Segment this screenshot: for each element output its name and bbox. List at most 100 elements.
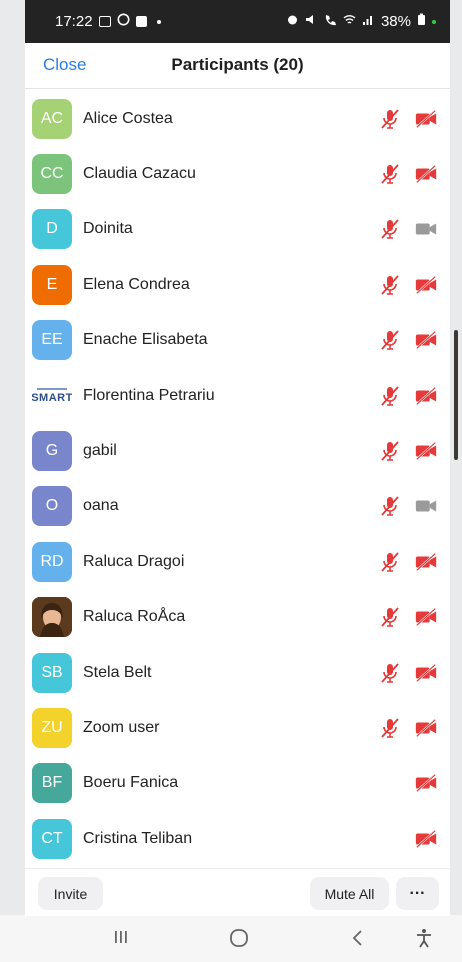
- video-on-icon: [414, 217, 438, 241]
- avatar-initials: G: [45, 442, 59, 460]
- video-off-icon: [414, 550, 438, 574]
- background-right: [450, 0, 462, 962]
- privacy-indicator-icon: [432, 19, 436, 24]
- participant-name: Stela Belt: [83, 663, 152, 681]
- mute-all-button[interactable]: Mute All: [310, 877, 389, 910]
- participant-status-icons: [378, 384, 438, 408]
- participant-status-icons: [378, 605, 438, 629]
- avatar-logo-text: SMART: [32, 391, 72, 404]
- mic-muted-icon: [378, 107, 402, 131]
- page-title: Participants (20): [171, 55, 304, 74]
- logo-bar: [37, 387, 67, 390]
- participant-status-icons: [414, 771, 438, 795]
- participant-name: Doinita: [83, 220, 133, 238]
- participant-status-icons: [378, 273, 438, 297]
- shopping-bag-icon: [135, 16, 147, 27]
- participant-list[interactable]: AC Alice Costea CC Claudia Cazacu D Doinita E E…: [25, 91, 450, 866]
- participant-row[interactable]: CC Claudia Cazacu: [25, 146, 450, 201]
- participant-row[interactable]: D Doinita: [25, 202, 450, 257]
- participant-status-icons: [378, 716, 438, 740]
- avatar-initials: SB: [41, 663, 63, 681]
- participant-row[interactable]: Raluca RoÅca: [25, 590, 450, 645]
- status-time: 17:22: [55, 13, 93, 30]
- participant-status-icons: [378, 162, 438, 186]
- avatar-initials: CT: [41, 829, 63, 847]
- participant-row[interactable]: Ggabil: [25, 423, 450, 478]
- mic-muted-icon: [378, 217, 402, 241]
- avatar: G: [32, 431, 72, 472]
- gallery-icon: [98, 16, 111, 27]
- mic-muted-icon: [378, 661, 402, 685]
- video-off-icon: [414, 771, 438, 795]
- avatar: ZU: [32, 707, 72, 748]
- avatar-initials: AC: [40, 109, 64, 127]
- more-options-button[interactable]: ···: [396, 877, 439, 910]
- avatar: RD: [32, 541, 72, 582]
- video-off-icon: [414, 328, 438, 352]
- mic-muted-icon: [378, 716, 402, 740]
- video-off-icon: [414, 273, 438, 297]
- participant-row[interactable]: EE Enache Elisabeta: [25, 313, 450, 368]
- status-bar: 17:22 38%: [25, 0, 450, 43]
- background-left: [0, 0, 25, 962]
- avatar-initials: EE: [41, 331, 63, 349]
- participant-name: Enache Elisabeta: [83, 331, 208, 349]
- participant-row[interactable]: AC Alice Costea: [25, 91, 450, 146]
- mic-muted-icon: [378, 550, 402, 574]
- avatar-initials: CC: [40, 165, 64, 183]
- participant-status-icons: [378, 550, 438, 574]
- participant-name: Florentina Petrariu: [83, 386, 215, 404]
- participant-name: Raluca Dragoi: [83, 552, 185, 570]
- avatar-initials: E: [46, 275, 58, 293]
- notification-dot-icon: [156, 19, 161, 24]
- whatsapp-icon: [117, 13, 130, 30]
- participant-status-icons: [378, 661, 438, 685]
- mic-muted-icon: [378, 328, 402, 352]
- participant-status-icons: [378, 328, 438, 352]
- participant-row[interactable]: ZU Zoom user: [25, 700, 450, 755]
- video-off-icon: [414, 107, 438, 131]
- avatar: AC: [32, 98, 72, 139]
- participant-row[interactable]: RD Raluca Dragoi: [25, 534, 450, 589]
- avatar-initials: RD: [40, 552, 64, 570]
- invite-button[interactable]: Invite: [38, 877, 103, 910]
- panel-header: Close Participants (20): [25, 43, 450, 89]
- participant-row[interactable]: Ooana: [25, 479, 450, 534]
- participant-name: Claudia Cazacu: [83, 165, 196, 183]
- participant-name: Boeru Fanica: [83, 774, 179, 792]
- mic-muted-icon: [378, 439, 402, 463]
- avatar: SMART: [32, 375, 72, 416]
- avatar: SB: [32, 652, 72, 693]
- avatar: CT: [32, 818, 72, 859]
- avatar-initials: BF: [41, 774, 63, 792]
- participant-row[interactable]: E Elena Condrea: [25, 257, 450, 312]
- recent-apps-icon[interactable]: [111, 927, 131, 952]
- mic-muted-icon: [378, 162, 402, 186]
- participant-name: oana: [83, 497, 119, 515]
- participant-name: gabil: [83, 442, 117, 460]
- video-off-icon: [414, 827, 438, 851]
- mic-muted-icon: [378, 384, 402, 408]
- video-on-icon: [414, 494, 438, 518]
- alarm-icon: [286, 13, 299, 30]
- video-off-icon: [414, 162, 438, 186]
- home-icon[interactable]: [228, 927, 250, 954]
- participant-row[interactable]: SMART Florentina Petrariu: [25, 368, 450, 423]
- mic-muted-icon: [378, 605, 402, 629]
- accessibility-icon[interactable]: [414, 927, 434, 954]
- avatar-initials: D: [46, 220, 58, 238]
- participants-panel: Close Participants (20) AC Alice Costea CC…: [25, 43, 450, 915]
- participant-status-icons: [378, 439, 438, 463]
- participant-row[interactable]: CT Cristina Teliban: [25, 811, 450, 866]
- avatar-initials: ZU: [41, 718, 63, 736]
- participant-name: Alice Costea: [83, 109, 173, 127]
- android-nav-bar: [25, 915, 450, 962]
- video-off-icon: [414, 384, 438, 408]
- mute-sound-icon: [305, 13, 318, 30]
- participant-row[interactable]: SB Stela Belt: [25, 645, 450, 700]
- signal-icon: [362, 13, 375, 30]
- participant-status-icons: [378, 494, 438, 518]
- participant-row[interactable]: BF Boeru Fanica: [25, 756, 450, 811]
- back-icon[interactable]: [348, 927, 368, 954]
- participant-name: Elena Condrea: [83, 275, 190, 293]
